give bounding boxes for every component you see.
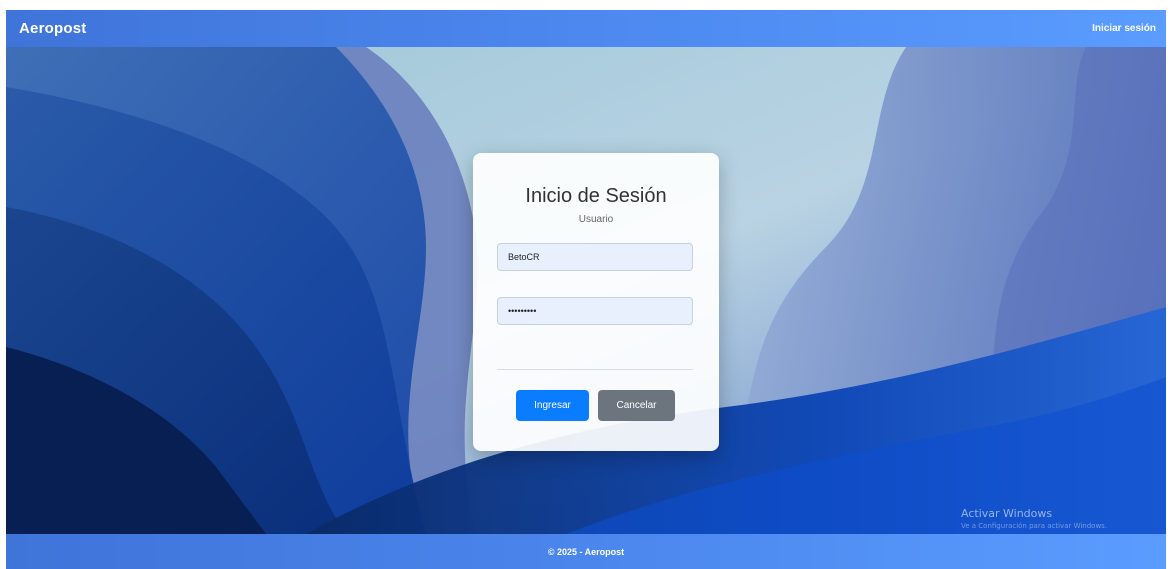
watermark-title: Activar Windows xyxy=(961,507,1053,520)
watermark-subtitle: Ve a Configuración para activar Windows. xyxy=(961,522,1108,530)
login-nav-link[interactable]: Iniciar sesión xyxy=(1092,23,1156,34)
brand-logo[interactable]: Aeropost xyxy=(19,20,86,37)
form-divider xyxy=(497,369,693,370)
submit-button[interactable]: Ingresar xyxy=(516,390,589,421)
top-navbar: Aeropost Iniciar sesión xyxy=(6,10,1166,47)
username-input[interactable] xyxy=(497,243,693,271)
app-frame: Aeropost Iniciar sesión Inicio de Sesión… xyxy=(6,10,1166,569)
login-card: Inicio de Sesión Usuario Ingresar Cancel… xyxy=(473,153,719,451)
password-input[interactable] xyxy=(497,297,693,325)
cancel-button[interactable]: Cancelar xyxy=(598,390,675,421)
login-title: Inicio de Sesión xyxy=(525,185,667,207)
windows-activation-watermark: Activar Windows Ve a Configuración para … xyxy=(961,507,1107,530)
footer-text: © 2025 - Aeropost xyxy=(547,546,625,557)
username-label: Usuario xyxy=(578,214,614,225)
page-footer: © 2025 - Aeropost xyxy=(6,534,1166,569)
